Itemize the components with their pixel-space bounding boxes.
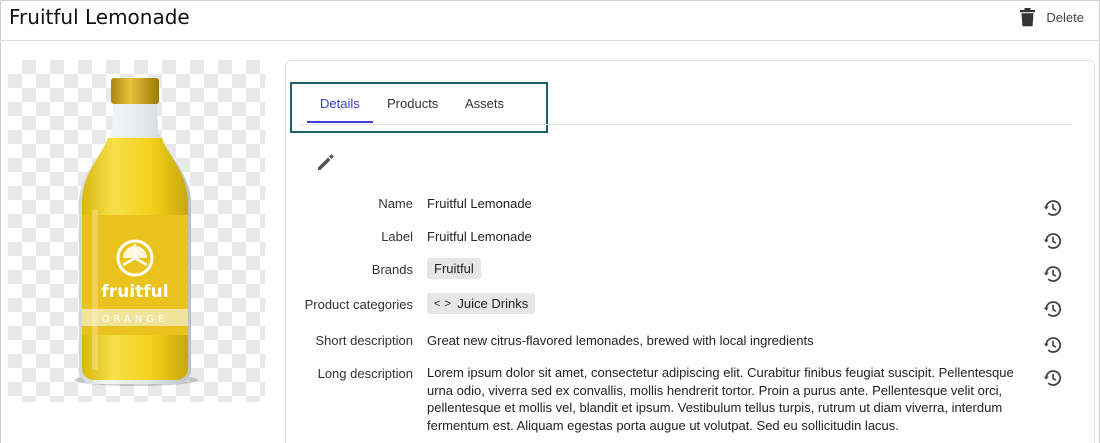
product-image: fruitful ORANGE [8,60,265,402]
history-icon[interactable] [1043,368,1063,388]
short-description-label: Short description [315,333,413,348]
trash-icon [1020,7,1036,26]
bottle-illustration: fruitful ORANGE [74,78,198,386]
long-description-value: Lorem ipsum dolor sit amet, consectetur … [427,365,1014,433]
label-value: Fruitful Lemonade [427,229,532,244]
long-description-label: Long description [317,366,413,381]
delete-label: Delete [1046,9,1084,25]
page-title: Fruitful Lemonade [9,5,190,29]
brand-chip-text: Fruitful [434,261,474,276]
category-chip-text: Juice Drinks [457,296,529,311]
tab-products[interactable]: Products [387,96,438,111]
categories-label: Product categories [304,297,413,312]
history-icon[interactable] [1043,198,1063,218]
brands-label: Brands [371,262,413,277]
tabs-divider [300,124,1072,125]
delete-button[interactable]: Delete [1019,6,1084,28]
label-label: Label [381,229,413,244]
page-header: Fruitful Lemonade Delete [0,0,1100,41]
bottle-flavor-text: ORANGE [102,314,169,325]
pencil-icon[interactable] [316,152,336,172]
active-tab-indicator [307,121,373,123]
code-brackets-icon: < > [434,297,452,310]
history-icon[interactable] [1043,299,1063,319]
tab-assets[interactable]: Assets [465,96,504,111]
history-icon[interactable] [1043,335,1063,355]
tab-details[interactable]: Details [320,96,360,111]
history-icon[interactable] [1043,231,1063,251]
name-value: Fruitful Lemonade [427,196,532,211]
bottle-brand-text: fruitful [101,282,168,302]
name-label: Name [378,196,413,211]
history-icon[interactable] [1043,264,1063,284]
bottle-cap [111,78,159,104]
brand-chip[interactable]: Fruitful [427,258,481,279]
category-chip[interactable]: < > Juice Drinks [427,293,536,314]
short-description-value: Great new citrus-flavored lemonades, bre… [427,333,814,348]
